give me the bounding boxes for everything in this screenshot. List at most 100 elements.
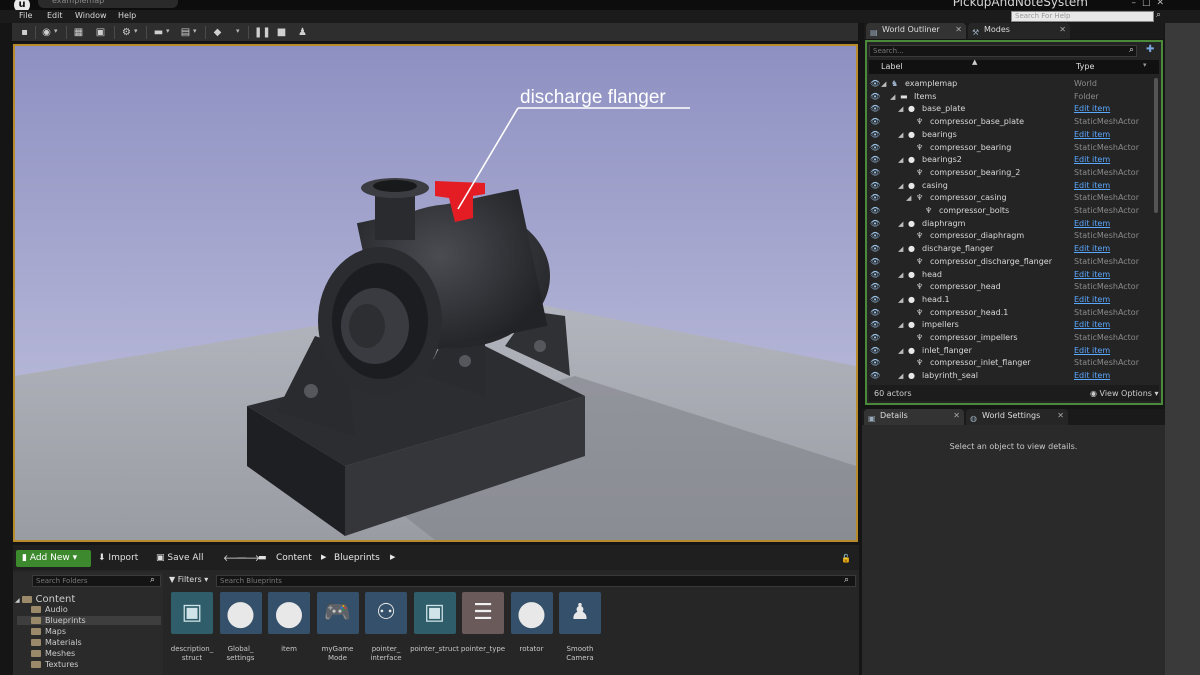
lock-icon[interactable]: 🔓 — [841, 554, 851, 563]
close-icon[interactable]: ✕ — [953, 409, 960, 423]
asset-tile[interactable]: ▣ description_ struct — [171, 592, 215, 663]
maximize-icon[interactable]: □ — [1142, 0, 1157, 8]
folder-item[interactable]: ◢ Content — [15, 594, 161, 605]
outliner-row[interactable]: 👁 ♆ compressor_head StaticMeshActor — [867, 281, 1153, 294]
close-icon[interactable]: ✕ — [1156, 0, 1170, 8]
minimize-icon[interactable]: – — [1131, 0, 1142, 8]
forward-icon[interactable]: 🡒 — [236, 553, 260, 564]
outliner-row[interactable]: 👁 ◢ ● casing Edit item — [867, 180, 1153, 193]
edit-item-link[interactable]: Edit item — [1074, 154, 1110, 166]
outliner-scrollbar[interactable] — [1154, 78, 1158, 213]
folder-item[interactable]: Textures — [17, 660, 161, 669]
asset-tile[interactable]: ♟ Smooth Camera — [559, 592, 603, 663]
asset-tile[interactable]: ● item — [268, 592, 312, 654]
folder-item[interactable]: Blueprints — [17, 616, 161, 625]
chevron-right-icon[interactable]: ▶ — [390, 553, 395, 561]
close-icon[interactable]: ✕ — [1057, 409, 1064, 423]
expand-arrow-icon[interactable]: ◢ — [898, 103, 903, 115]
save-icon[interactable]: ▪ — [18, 26, 31, 39]
edit-item-link[interactable]: Edit item — [1074, 180, 1110, 192]
expand-arrow-icon[interactable]: ◢ — [906, 192, 911, 204]
edit-item-link[interactable]: Edit item — [1074, 294, 1110, 306]
search-icon[interactable]: ⌕ — [1129, 45, 1134, 55]
breadcrumb-content[interactable]: Content — [276, 553, 312, 563]
outliner-row[interactable]: 👁 ◢ ▬ Items Folder — [867, 91, 1153, 104]
outliner-row[interactable]: 👁 ◢ ♞ examplemap World — [867, 78, 1153, 91]
folder-item[interactable]: Audio — [17, 605, 161, 614]
edit-item-link[interactable]: Edit item — [1074, 243, 1110, 255]
visibility-eye-icon[interactable]: 👁 — [870, 192, 880, 204]
expand-arrow-icon[interactable]: ◢ — [898, 370, 903, 382]
content-icon[interactable]: ▦ — [72, 26, 85, 39]
outliner-row[interactable]: 👁 ◢ ● diaphragm Edit item — [867, 218, 1153, 231]
menu-file[interactable]: File — [19, 11, 32, 20]
breadcrumb-blueprints[interactable]: Blueprints — [334, 553, 380, 563]
visibility-eye-icon[interactable]: 👁 — [870, 230, 880, 242]
edit-item-link[interactable]: Edit item — [1074, 370, 1110, 382]
edit-item-link[interactable]: Edit item — [1074, 319, 1110, 331]
edit-item-link[interactable]: Edit item — [1074, 129, 1110, 141]
asset-tile[interactable]: 🎮 myGame Mode — [316, 592, 361, 663]
eject-icon[interactable]: ♟ — [296, 26, 309, 39]
visibility-eye-icon[interactable]: 👁 — [870, 167, 880, 179]
expand-arrow-icon[interactable]: ◢ — [898, 294, 903, 306]
outliner-row[interactable]: 👁 ◢ ● base_plate Edit item — [867, 103, 1153, 116]
chevron-down-icon[interactable]: ▾ — [236, 27, 240, 35]
asset-tile[interactable]: ⚇ pointer_ interface — [365, 592, 409, 663]
expand-arrow-icon[interactable]: ◢ — [890, 91, 895, 103]
expand-arrow-icon[interactable]: ◢ — [898, 345, 903, 357]
visibility-eye-icon[interactable]: 👁 — [870, 281, 880, 293]
search-icon[interactable]: ⌕ — [844, 575, 849, 585]
build-icon[interactable]: ◆ — [211, 26, 224, 39]
menu-help[interactable]: Help — [118, 11, 136, 20]
outliner-row[interactable]: 👁 ♆ compressor_diaphragm StaticMeshActor — [867, 230, 1153, 243]
save-all-button[interactable]: ▣ Save All — [156, 553, 204, 563]
outliner-row[interactable]: 👁 ◢ ● impellers Edit item — [867, 319, 1153, 332]
expand-arrow-icon[interactable]: ◢ — [898, 243, 903, 255]
visibility-eye-icon[interactable]: 👁 — [870, 91, 880, 103]
outliner-row[interactable]: 👁 ♆ compressor_bolts StaticMeshActor — [867, 205, 1153, 218]
asset-tile[interactable]: ☰ pointer_type — [461, 592, 506, 654]
pause-icon[interactable]: ❚❚ — [254, 26, 271, 39]
close-icon[interactable]: ✕ — [1059, 23, 1066, 37]
visibility-eye-icon[interactable]: 👁 — [870, 269, 880, 281]
level-tab[interactable]: examplemap — [38, 0, 178, 8]
visibility-eye-icon[interactable]: 👁 — [870, 370, 880, 382]
outliner-row[interactable]: 👁 ♆ compressor_bearing StaticMeshActor — [867, 142, 1153, 155]
expand-arrow-icon[interactable]: ◢ — [898, 319, 903, 331]
edit-item-link[interactable]: Edit item — [1074, 218, 1110, 230]
expand-arrow-icon[interactable]: ◢ — [898, 180, 903, 192]
visibility-eye-icon[interactable]: 👁 — [870, 205, 880, 217]
outliner-row[interactable]: 👁 ♆ compressor_head.1 StaticMeshActor — [867, 307, 1153, 320]
viewport-scene[interactable]: discharge flanger — [15, 46, 856, 540]
visibility-eye-icon[interactable]: 👁 — [870, 116, 880, 128]
add-actor-icon[interactable]: ✚ — [1146, 44, 1154, 55]
tab-world-settings[interactable]: ◍ World Settings ✕ — [966, 409, 1068, 425]
folder-item[interactable]: Maps — [17, 627, 161, 636]
expand-arrow-icon[interactable]: ◢ — [898, 269, 903, 281]
expand-arrow-icon[interactable]: ◢ — [898, 154, 903, 166]
folder-item[interactable]: Materials — [17, 638, 161, 647]
visibility-eye-icon[interactable]: 👁 — [870, 103, 880, 115]
expand-arrow-icon[interactable]: ◢ — [881, 78, 886, 90]
tab-modes[interactable]: ⚒ Modes ✕ — [968, 23, 1070, 39]
expand-arrow-icon[interactable]: ◢ — [898, 129, 903, 141]
visibility-eye-icon[interactable]: 👁 — [870, 307, 880, 319]
asset-tile[interactable]: ● Global_ settings — [219, 592, 264, 663]
outliner-row[interactable]: 👁 ◢ ● inlet_flanger Edit item — [867, 345, 1153, 358]
outliner-row[interactable]: 👁 ◢ ● head Edit item — [867, 269, 1153, 282]
settings-icon[interactable]: ⚙ — [120, 26, 133, 39]
visibility-eye-icon[interactable]: 👁 — [870, 142, 880, 154]
tab-world-outliner[interactable]: ▤ World Outliner ✕ — [866, 23, 966, 39]
stop-icon[interactable]: ■ — [275, 26, 288, 39]
asset-search-input[interactable]: Search Blueprints — [216, 575, 856, 587]
outliner-search-input[interactable]: Search... — [869, 45, 1137, 57]
outliner-row[interactable]: 👁 ♆ compressor_inlet_flanger StaticMeshActo… — [867, 357, 1153, 370]
chevron-down-icon[interactable]: ▾ — [54, 27, 58, 35]
chevron-down-icon[interactable]: ▾ — [166, 27, 170, 35]
visibility-eye-icon[interactable]: 👁 — [870, 180, 880, 192]
outliner-row[interactable]: 👁 ◢ ● bearings2 Edit item — [867, 154, 1153, 167]
visibility-eye-icon[interactable]: 👁 — [870, 218, 880, 230]
outliner-row[interactable]: 👁 ◢ ● discharge_flanger Edit item — [867, 243, 1153, 256]
outliner-row[interactable]: 👁 ♆ compressor_bearing_2 StaticMeshActor — [867, 167, 1153, 180]
